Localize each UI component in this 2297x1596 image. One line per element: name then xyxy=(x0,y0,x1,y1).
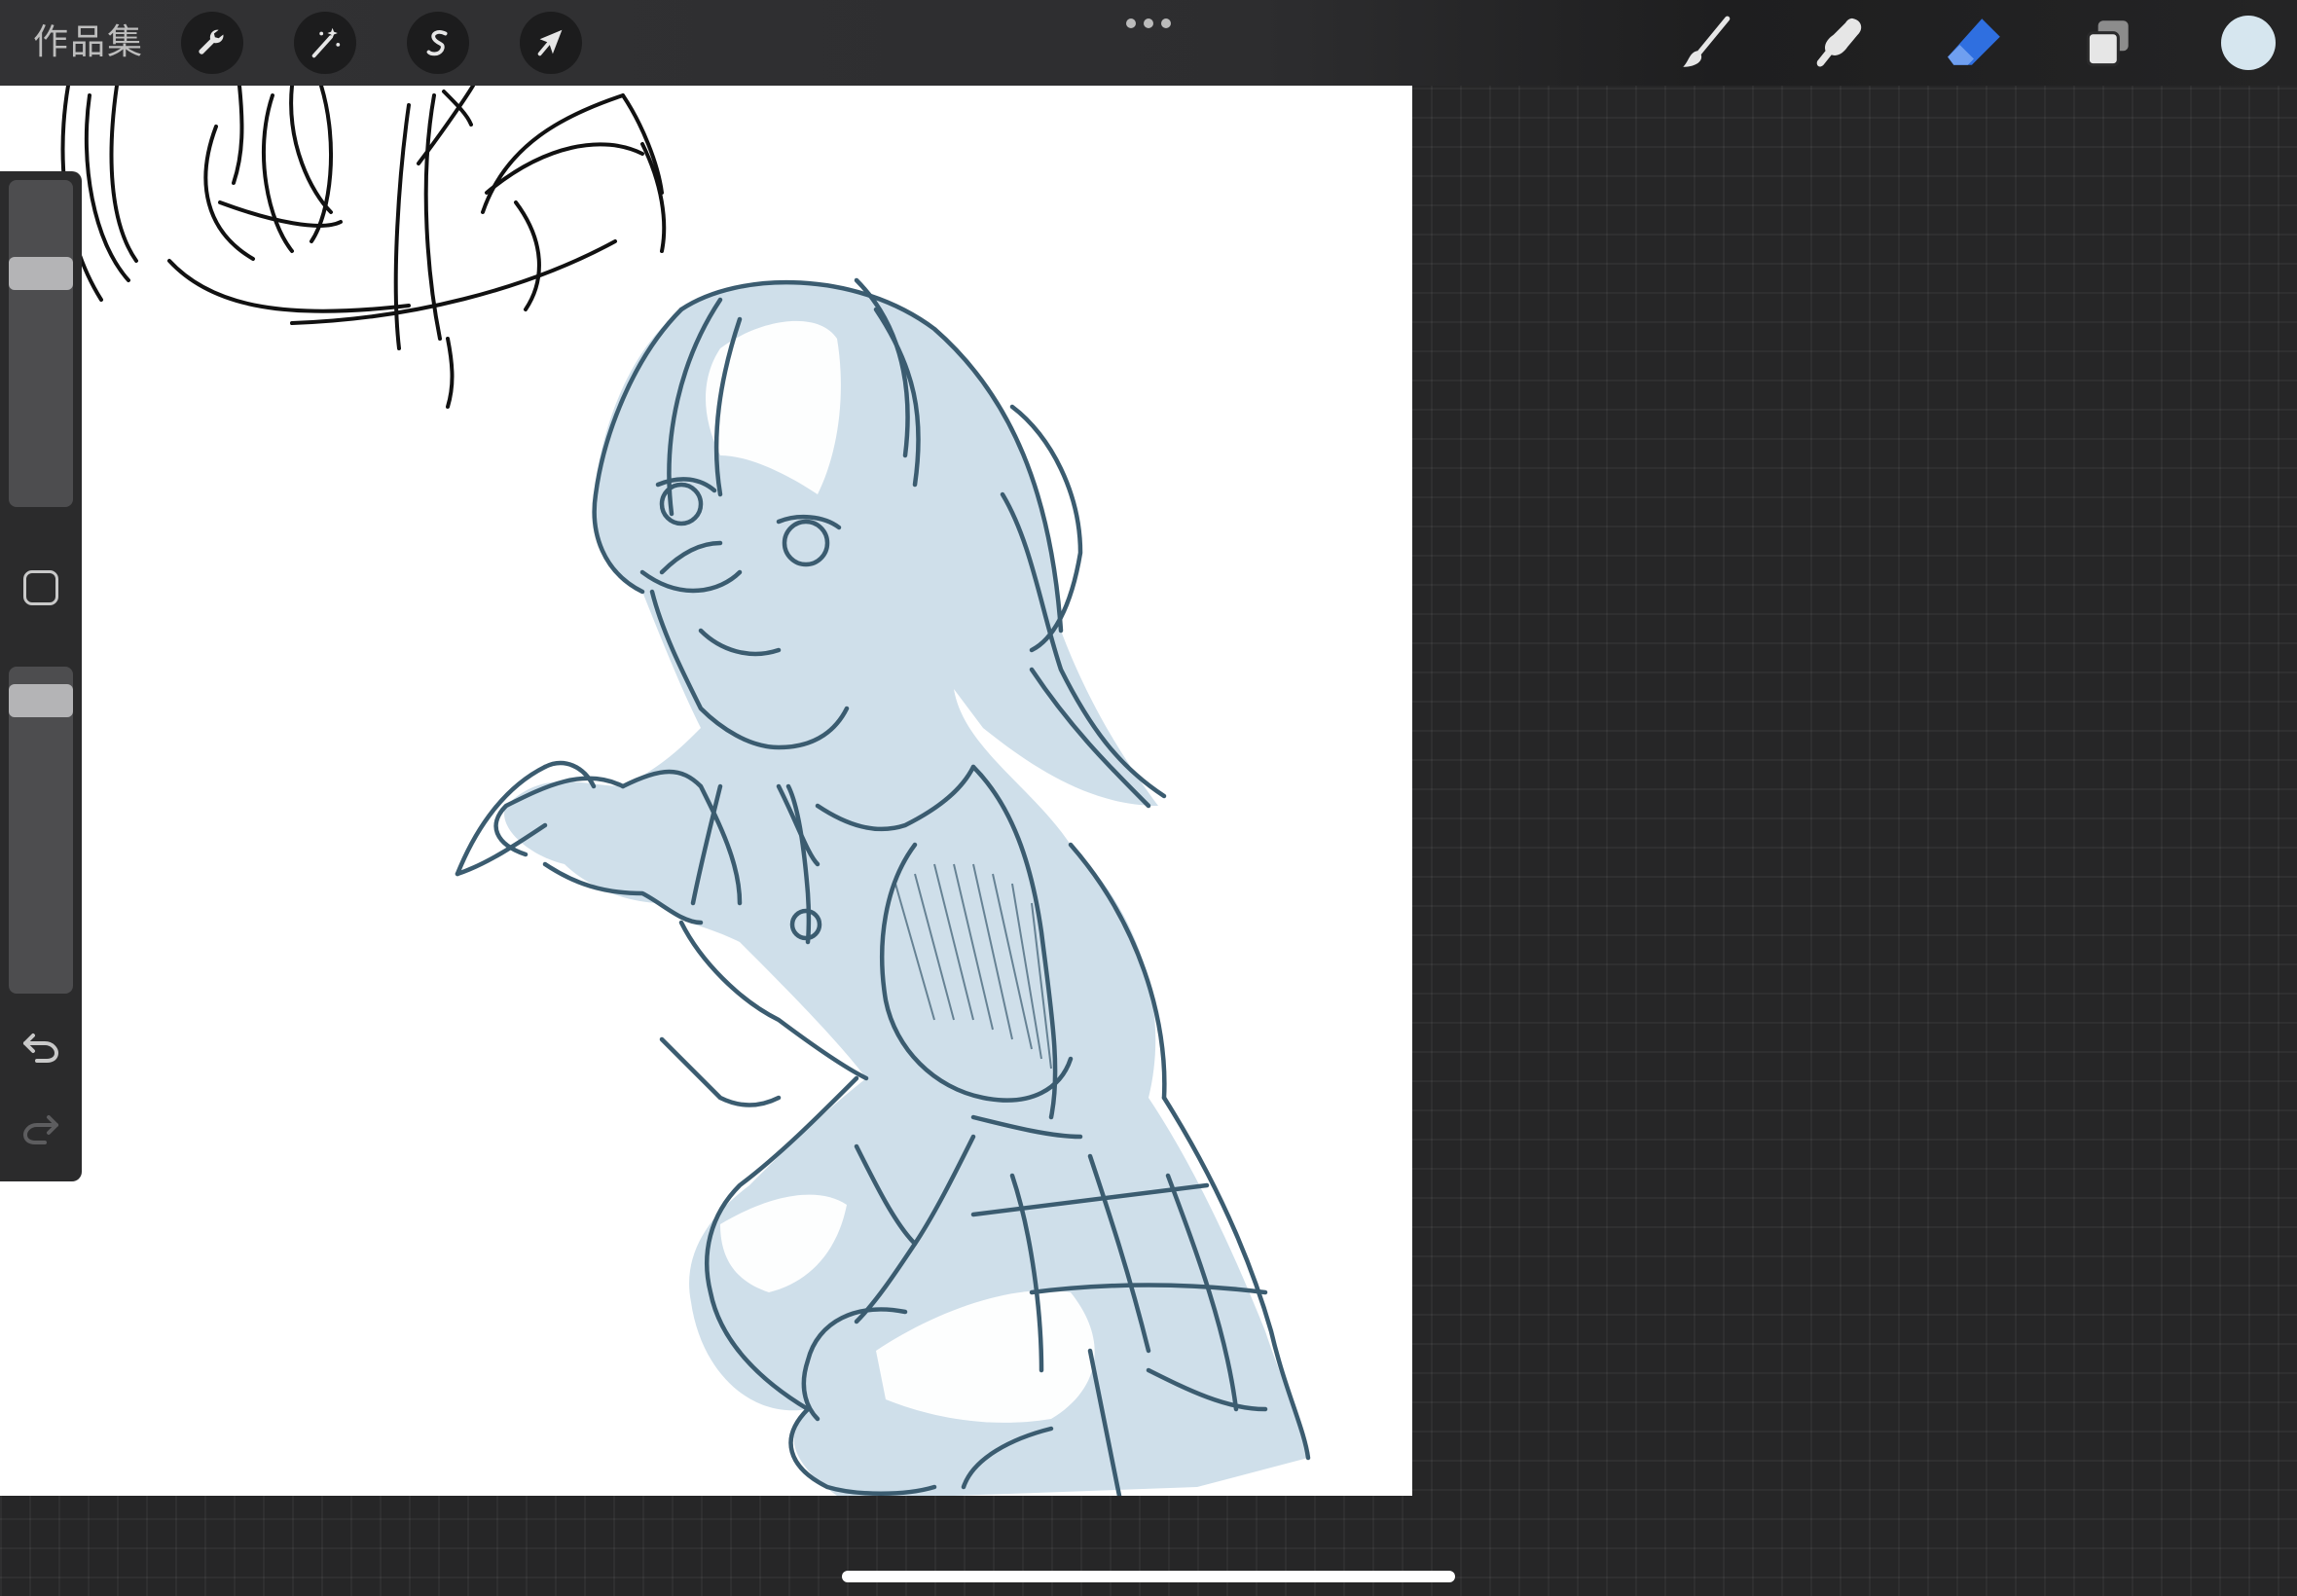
gallery-button[interactable]: 作品集 xyxy=(33,16,144,70)
brush-tool-button[interactable] xyxy=(1670,8,1740,78)
brush-size-slider-thumb[interactable] xyxy=(9,257,73,290)
ellipsis-icon[interactable] xyxy=(1125,14,1172,33)
layers-button[interactable] xyxy=(2073,8,2143,78)
selection-s-icon xyxy=(426,30,448,56)
opacity-slider-thumb[interactable] xyxy=(9,684,73,717)
color-picker-button[interactable] xyxy=(2221,16,2276,70)
smudge-finger-icon xyxy=(1816,18,1862,67)
left-sidebar xyxy=(0,171,82,1181)
smudge-tool-button[interactable] xyxy=(1805,8,1875,78)
arrow-cursor-icon xyxy=(537,29,563,56)
wrench-icon xyxy=(199,29,224,54)
modify-button[interactable] xyxy=(23,570,58,605)
magic-wand-icon xyxy=(311,27,341,58)
eraser-icon xyxy=(1948,18,2000,65)
brush-size-slider[interactable] xyxy=(9,180,73,507)
undo-icon[interactable] xyxy=(19,1026,62,1069)
actions-button[interactable] xyxy=(181,12,243,74)
layers-icon xyxy=(2086,20,2129,67)
selection-button[interactable] xyxy=(407,12,469,74)
sketch-artwork xyxy=(60,86,1311,1496)
brush-icon xyxy=(1683,16,1731,67)
black-sketch-strokes xyxy=(60,86,667,409)
drawing-canvas[interactable] xyxy=(0,86,1412,1496)
redo-icon[interactable] xyxy=(19,1107,62,1150)
opacity-slider[interactable] xyxy=(9,667,73,994)
transform-button[interactable] xyxy=(520,12,582,74)
top-toolbar: 作品集 xyxy=(0,0,2297,86)
eraser-tool-button[interactable] xyxy=(1939,8,2009,78)
home-indicator[interactable] xyxy=(842,1571,1455,1582)
adjustments-button[interactable] xyxy=(294,12,356,74)
figure-sketch xyxy=(455,277,1311,1496)
